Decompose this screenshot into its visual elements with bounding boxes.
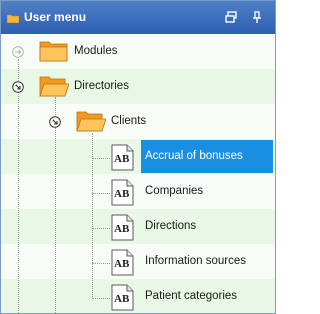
tree-item-label: Directions <box>145 220 197 232</box>
tree-connector <box>92 298 110 299</box>
tree-connector <box>18 59 19 313</box>
collapse-arrow-icon[interactable] <box>12 81 24 93</box>
tree-connector <box>92 263 110 264</box>
tree-item-label: Directories <box>74 80 129 92</box>
tree-connector <box>92 228 110 229</box>
panel-title: User menu <box>24 10 87 24</box>
document-ab-icon: AB <box>111 284 134 311</box>
document-ab-icon: AB <box>111 214 134 241</box>
tree-connector <box>55 97 56 313</box>
svg-text:AB: AB <box>114 223 130 235</box>
folder-icon <box>7 14 19 23</box>
restore-icon[interactable] <box>224 10 238 24</box>
user-menu-panel: User menu Modules Directories Clients AB… <box>0 0 276 314</box>
tree-item-label: Patient categories <box>145 290 238 302</box>
pin-icon[interactable] <box>250 10 264 24</box>
collapse-arrow-icon[interactable] <box>49 116 61 128</box>
svg-text:AB: AB <box>114 188 130 200</box>
document-ab-icon: AB <box>111 179 134 206</box>
tree-item-label: Accrual of bonuses <box>145 150 243 162</box>
open-folder-icon <box>76 111 106 132</box>
tree-item-label: Companies <box>145 185 204 197</box>
tree-row-bg <box>1 174 275 209</box>
tree-connector <box>92 158 110 159</box>
svg-text:AB: AB <box>114 293 130 305</box>
svg-text:AB: AB <box>114 258 130 270</box>
folder-icon <box>39 41 68 62</box>
document-ab-icon: AB <box>111 144 134 171</box>
tree-connector <box>92 193 110 194</box>
tree-item-label: Clients <box>111 115 147 127</box>
tree-row-bg <box>1 209 275 244</box>
svg-text:AB: AB <box>114 153 130 165</box>
document-ab-icon: AB <box>111 249 134 276</box>
tree-item-label: Information sources <box>145 255 246 267</box>
open-folder-icon <box>39 76 69 97</box>
tree-item-label: Modules <box>74 45 118 57</box>
expand-arrow-icon[interactable] <box>12 46 24 58</box>
title-bar: User menu <box>1 1 275 34</box>
